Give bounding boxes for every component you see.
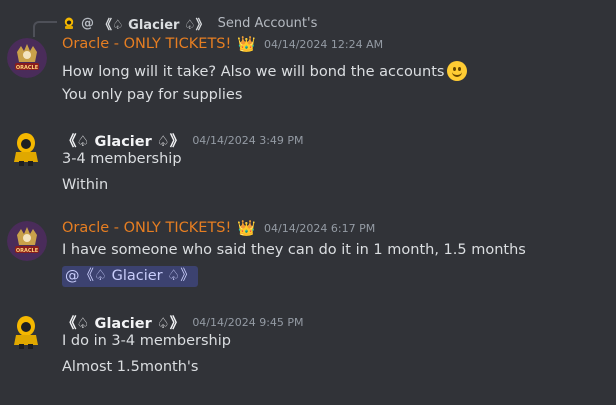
author-name[interactable]: Oracle - ONLY TICKETS!: [62, 36, 231, 52]
message-text: 3-4 membership: [62, 151, 182, 167]
svg-text:ORACLE: ORACLE: [16, 248, 39, 254]
reply-preview-text[interactable]: Send Account's: [218, 16, 318, 31]
user-mention[interactable]: @《♤ Glacier ♤》: [62, 266, 198, 287]
oracle-avatar-icon: ORACLE: [7, 221, 47, 261]
message-text: Within: [62, 177, 109, 193]
avatar[interactable]: [7, 128, 47, 168]
message-text: I have someone who said they can do it i…: [62, 242, 526, 258]
message-text: I do in 3-4 membership: [62, 333, 231, 349]
message-text: Almost 1.5month's: [62, 359, 199, 375]
message-header: Oracle - ONLY TICKETS! 👑 04/14/2024 12:2…: [62, 36, 383, 52]
reply-at-sign: @: [81, 15, 94, 31]
reply-author-name[interactable]: 《♤ Glacier ♤》: [99, 14, 209, 33]
avatar[interactable]: [7, 311, 47, 351]
reply-connector-line: [33, 21, 57, 37]
glacier-mini-avatar-icon: [64, 17, 74, 29]
author-name[interactable]: 《♤ Glacier ♤》: [62, 130, 184, 151]
message-header: 《♤ Glacier ♤》 04/14/2024 9:45 PM: [62, 312, 304, 333]
author-name[interactable]: Oracle - ONLY TICKETS!: [62, 220, 231, 236]
crown-icon: 👑: [237, 34, 257, 53]
timestamp[interactable]: 04/14/2024 6:17 PM: [264, 222, 375, 235]
crown-icon: 👑: [237, 218, 257, 237]
author-name[interactable]: 《♤ Glacier ♤》: [62, 312, 184, 333]
message-line: You only pay for supplies: [62, 87, 243, 103]
glacier-avatar-icon: [14, 316, 38, 349]
avatar[interactable]: ORACLE: [7, 221, 47, 261]
glacier-avatar-icon: [14, 133, 38, 166]
message-line: How long will it take? Also we will bond…: [62, 61, 468, 81]
message-text: How long will it take? Also we will bond…: [62, 64, 445, 80]
oracle-avatar-icon: ORACLE: [7, 38, 47, 78]
svg-text:ORACLE: ORACLE: [16, 65, 39, 71]
timestamp[interactable]: 04/14/2024 12:24 AM: [264, 38, 383, 51]
message-header: 《♤ Glacier ♤》 04/14/2024 3:49 PM: [62, 130, 304, 151]
reply-reference[interactable]: @ 《♤ Glacier ♤》 Send Account's: [62, 14, 318, 33]
message-header: Oracle - ONLY TICKETS! 👑 04/14/2024 6:17…: [62, 220, 375, 236]
avatar[interactable]: ORACLE: [7, 38, 47, 78]
timestamp[interactable]: 04/14/2024 3:49 PM: [192, 134, 303, 147]
smile-icon: [447, 61, 468, 81]
timestamp[interactable]: 04/14/2024 9:45 PM: [192, 316, 303, 329]
